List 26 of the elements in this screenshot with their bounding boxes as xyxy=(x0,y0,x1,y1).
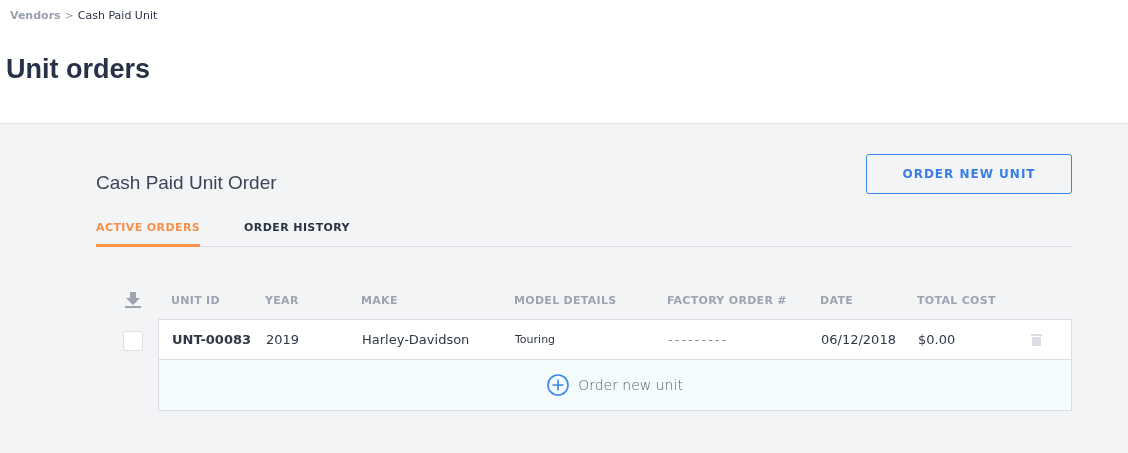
table-cell-text: 2019 xyxy=(266,332,301,347)
table-cell-text: Touring xyxy=(515,333,557,346)
column-header: YEAR xyxy=(265,293,300,307)
table-cell-text: Harley-Davidson xyxy=(362,332,471,347)
page-title: Unit orders xyxy=(6,54,152,85)
tab[interactable]: ACTIVE ORDERS xyxy=(96,221,201,247)
column-header: FACTORY ORDER # xyxy=(667,293,788,307)
order-new-unit-button[interactable]: ORDER NEW UNIT xyxy=(866,154,1072,194)
column-header: MAKE xyxy=(361,293,399,307)
breadcrumb-separator: > xyxy=(64,9,74,22)
download-icon[interactable] xyxy=(124,291,142,309)
table-cell-text: UNT-00083 xyxy=(172,332,252,347)
table-cell-text: $0.00 xyxy=(918,332,957,347)
breadcrumb-link[interactable]: Vendors xyxy=(10,9,61,22)
column-header: UNIT ID xyxy=(171,293,221,307)
plus-circle-icon xyxy=(547,374,570,396)
row-checkbox[interactable] xyxy=(123,331,143,351)
tab[interactable]: ORDER HISTORY xyxy=(244,221,350,247)
table-cell-text: 06/12/2018 xyxy=(821,332,897,347)
column-header: DATE xyxy=(820,293,854,307)
order-new-unit-row[interactable]: Order new unit xyxy=(159,360,1071,410)
table-cell-text: --------- xyxy=(668,332,730,347)
column-header: TOTAL COST xyxy=(917,293,997,307)
trash-icon[interactable] xyxy=(1031,333,1042,346)
column-header: MODEL DETAILS xyxy=(514,293,618,307)
section-title: Cash Paid Unit Order xyxy=(96,172,277,194)
